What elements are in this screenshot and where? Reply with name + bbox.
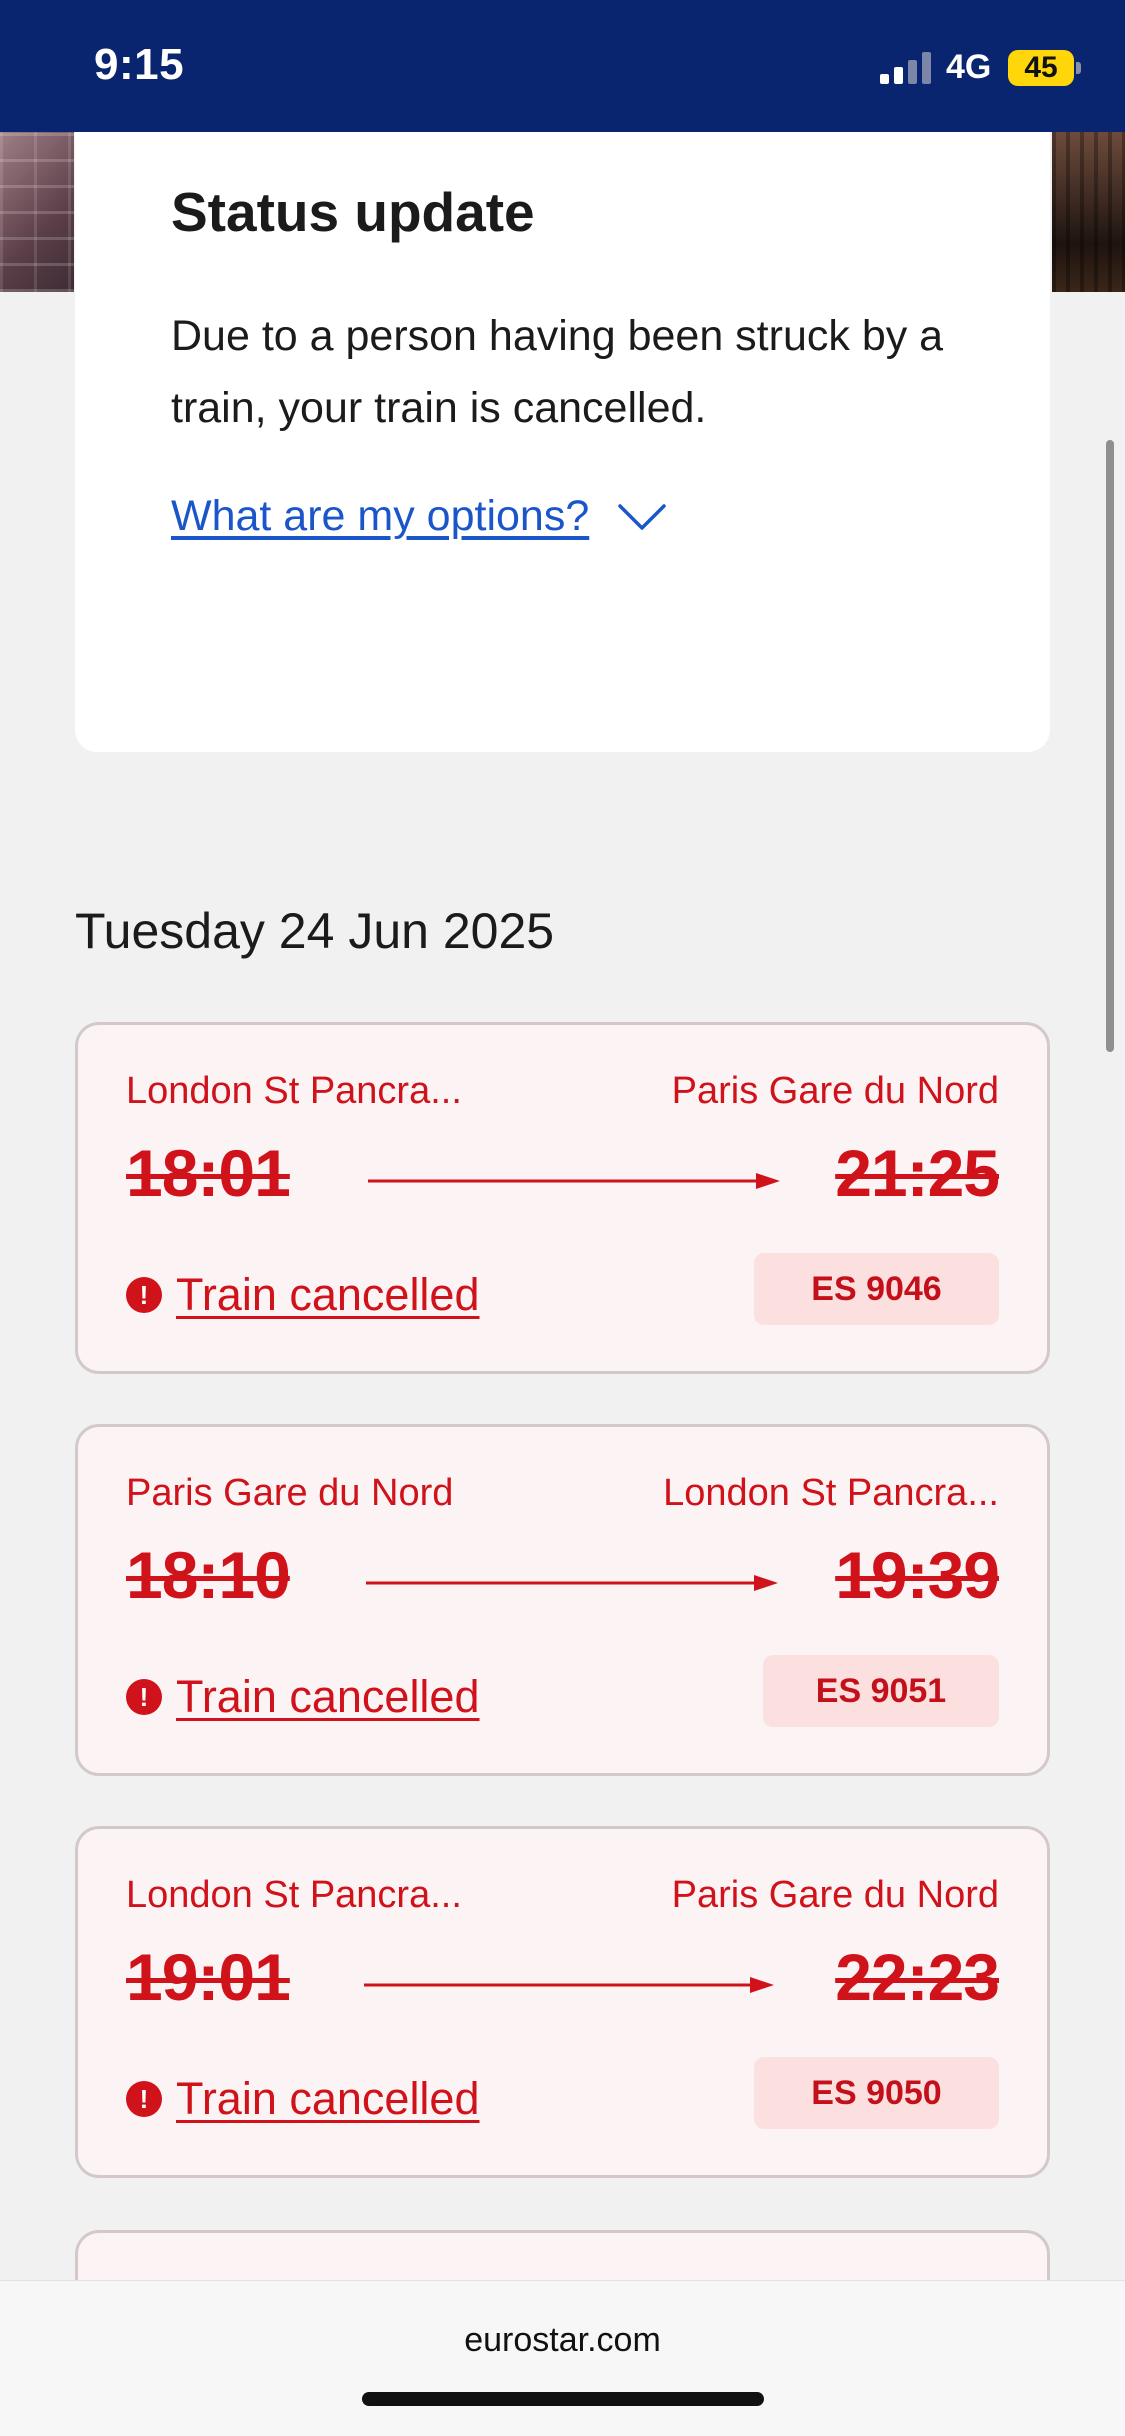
arrival-time: 19:39: [835, 1538, 1000, 1612]
arrival-time: 22:23: [835, 1940, 1000, 2014]
destination-station: Paris Gare du Nord: [671, 1874, 999, 1916]
scrollbar[interactable]: [1106, 440, 1114, 1052]
status-update-card: Status update Due to a person having bee…: [75, 132, 1050, 752]
site-domain[interactable]: eurostar.com: [0, 2321, 1125, 2360]
train-number-badge: ES 9051: [763, 1655, 999, 1727]
train-number-badge: ES 9046: [754, 1253, 999, 1325]
options-link[interactable]: What are my options?: [171, 492, 589, 541]
cancellation-status[interactable]: ! Train cancelled: [126, 1269, 480, 1321]
journey-card[interactable]: Paris Gare du Nord London St Pancra... 1…: [75, 1424, 1050, 1776]
arrival-time: 21:25: [835, 1136, 1000, 1210]
status-update-message: Due to a person having been struck by a …: [171, 312, 944, 432]
origin-station: London St Pancra...: [126, 1874, 462, 1916]
departure-time: 18:10: [126, 1538, 291, 1612]
battery-icon: 45: [1008, 50, 1074, 86]
alert-icon: !: [126, 1679, 162, 1715]
journey-card[interactable]: London St Pancra... Paris Gare du Nord 1…: [75, 1022, 1050, 1374]
journey-date-heading: Tuesday 24 Jun 2025: [75, 903, 555, 959]
options-toggle[interactable]: What are my options?: [171, 492, 667, 541]
battery-nub: [1076, 62, 1081, 74]
origin-station: London St Pancra...: [126, 1070, 462, 1112]
cellular-signal-icon: [880, 52, 931, 84]
route-arrow-icon: [364, 1977, 774, 1993]
status-update-title: Status update: [171, 181, 535, 243]
status-bar: 9:15 4G 45: [0, 0, 1125, 132]
route-arrow-icon: [366, 1575, 778, 1591]
cancellation-status[interactable]: ! Train cancelled: [126, 1671, 480, 1723]
status-time: 9:15: [94, 40, 185, 89]
journey-card[interactable]: London St Pancra... Paris Gare du Nord 1…: [75, 1826, 1050, 2178]
network-type: 4G: [946, 48, 992, 86]
alert-icon: !: [126, 2081, 162, 2117]
browser-address-bar[interactable]: eurostar.com: [0, 2280, 1125, 2436]
chevron-down-icon[interactable]: [617, 502, 667, 532]
train-cancelled-link[interactable]: Train cancelled: [176, 1671, 480, 1723]
destination-station: London St Pancra...: [663, 1472, 999, 1514]
origin-station: Paris Gare du Nord: [126, 1472, 454, 1514]
alert-icon: !: [126, 1277, 162, 1313]
departure-time: 18:01: [126, 1136, 291, 1210]
destination-station: Paris Gare du Nord: [671, 1070, 999, 1112]
route-arrow-icon: [368, 1173, 780, 1189]
train-cancelled-link[interactable]: Train cancelled: [176, 1269, 480, 1321]
train-cancelled-link[interactable]: Train cancelled: [176, 2073, 480, 2125]
cancellation-status[interactable]: ! Train cancelled: [126, 2073, 480, 2125]
hero-image-left: [0, 132, 74, 292]
train-number-badge: ES 9050: [754, 2057, 999, 2129]
home-indicator[interactable]: [362, 2392, 764, 2406]
hero-image-right: [1052, 132, 1125, 292]
departure-time: 19:01: [126, 1940, 291, 2014]
